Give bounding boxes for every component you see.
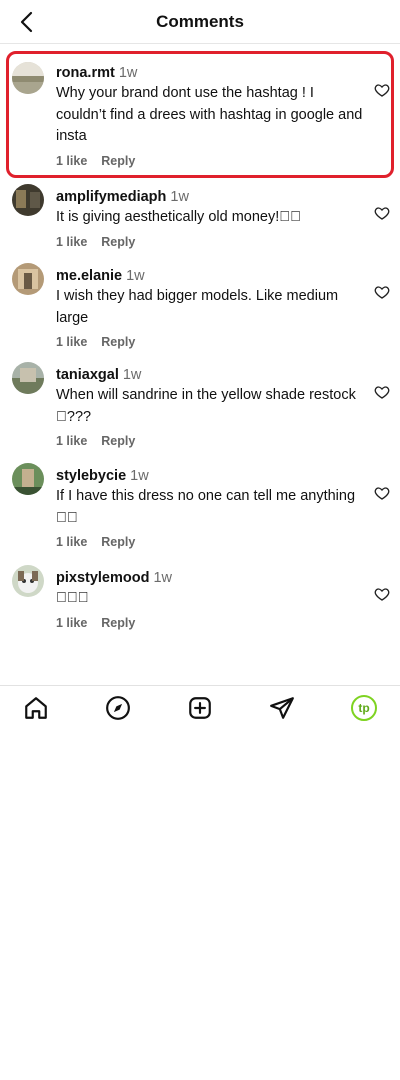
- explore-icon: [106, 696, 130, 720]
- like-count[interactable]: 1 like: [56, 335, 87, 349]
- profile-avatar: tp: [351, 695, 377, 721]
- comment-username[interactable]: me.elanie: [56, 268, 122, 284]
- tab-explore[interactable]: [104, 694, 132, 722]
- tab-profile[interactable]: tp: [350, 694, 378, 722]
- reply-button[interactable]: Reply: [101, 335, 135, 349]
- heart-icon[interactable]: [374, 586, 390, 602]
- tab-create[interactable]: [186, 694, 214, 722]
- comment-username[interactable]: stylebycie: [56, 468, 126, 484]
- heart-icon[interactable]: [374, 485, 390, 501]
- like-count[interactable]: 1 like: [56, 616, 87, 630]
- comment-text: It is giving aesthetically old money!  : [56, 209, 301, 225]
- avatar[interactable]: [12, 263, 44, 295]
- home-icon: [25, 697, 47, 719]
- like-count[interactable]: 1 like: [56, 235, 87, 249]
- heart-icon[interactable]: [374, 284, 390, 300]
- comment-text: I wish they had bigger models. Like medi…: [56, 288, 339, 326]
- comment-text:    : [56, 590, 89, 606]
- comment-username[interactable]: amplifymediaph: [56, 189, 166, 205]
- selection-highlight: [6, 51, 394, 178]
- page-title: Comments: [156, 12, 244, 31]
- like-count[interactable]: 1 like: [56, 535, 87, 549]
- reply-button[interactable]: Reply: [101, 616, 135, 630]
- avatar[interactable]: [12, 362, 44, 394]
- avatar[interactable]: [12, 565, 44, 597]
- comment-text: When will sandrine in the yellow shade r…: [56, 387, 356, 425]
- reply-button[interactable]: Reply: [101, 235, 135, 249]
- header: Comments: [0, 0, 400, 44]
- comment-time: 1w: [170, 189, 189, 205]
- heart-icon[interactable]: [374, 384, 390, 400]
- send-icon: [270, 697, 294, 719]
- tab-messages[interactable]: [268, 694, 296, 722]
- comment-username[interactable]: taniaxgal: [56, 367, 119, 383]
- comment-time: 1w: [153, 570, 173, 586]
- like-count[interactable]: 1 like: [56, 434, 87, 448]
- tab-home[interactable]: [22, 694, 50, 722]
- comment-time: 1w: [130, 468, 149, 484]
- heart-icon[interactable]: [374, 205, 390, 221]
- avatar[interactable]: [12, 184, 44, 216]
- reply-button[interactable]: Reply: [101, 434, 135, 448]
- create-icon: [189, 697, 211, 719]
- comment-text: If I have this dress no one can tell me …: [56, 488, 356, 526]
- avatar[interactable]: [12, 463, 44, 495]
- comment-time: 1w: [126, 268, 145, 284]
- bottom-tab-bar: tp: [0, 685, 400, 731]
- comment-username[interactable]: pixstylemood: [56, 570, 149, 586]
- reply-button[interactable]: Reply: [101, 535, 135, 549]
- comment-time: 1w: [122, 367, 142, 383]
